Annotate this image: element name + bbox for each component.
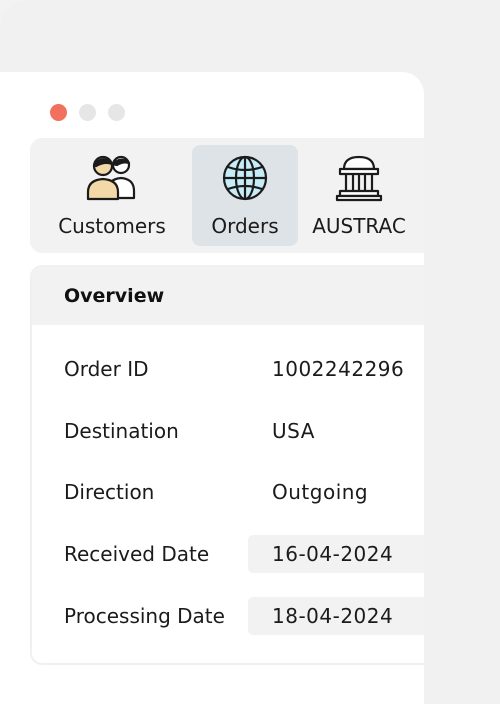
tab-orders[interactable]: Orders <box>192 145 298 246</box>
overview-title: Overview <box>64 285 165 307</box>
tab-austrac[interactable]: AUSTRAC <box>304 145 414 246</box>
minimize-window-button[interactable] <box>79 104 96 121</box>
field-row-processing-date: Processing Date 18-04-2024 <box>32 597 424 635</box>
window-controls <box>50 104 125 121</box>
tab-orders-label: Orders <box>211 214 279 238</box>
tab-austrac-label: AUSTRAC <box>312 214 406 238</box>
overview-header: Overview <box>32 267 424 325</box>
field-value: 1002242296 <box>272 357 405 381</box>
maximize-window-button[interactable] <box>108 104 125 121</box>
field-label: Processing Date <box>64 604 225 628</box>
field-row-received-date: Received Date 16-04-2024 <box>32 535 424 573</box>
field-label: Direction <box>64 480 155 504</box>
field-value: USA <box>272 419 315 443</box>
field-row-direction: Direction Outgoing <box>32 473 424 511</box>
field-row-order-id: Order ID 1002242296 <box>32 350 424 388</box>
customers-icon <box>81 151 143 205</box>
bank-building-icon <box>328 151 390 205</box>
field-label: Order ID <box>64 357 149 381</box>
field-value: Outgoing <box>272 480 369 504</box>
field-row-destination: Destination USA <box>32 412 424 450</box>
field-label: Received Date <box>64 542 210 566</box>
tab-customers-label: Customers <box>58 214 166 238</box>
app-window: Customers Orders AUSTRAC Overview Order … <box>0 72 424 704</box>
close-window-button[interactable] <box>50 104 67 121</box>
field-value: 18-04-2024 <box>272 604 394 628</box>
field-value: 16-04-2024 <box>272 542 394 566</box>
tab-bar: Customers Orders AUSTRAC <box>30 138 424 253</box>
tab-customers[interactable]: Customers <box>46 145 178 246</box>
globe-icon <box>214 151 276 205</box>
overview-card: Overview Order ID 1002242296 Destination… <box>30 265 424 665</box>
field-label: Destination <box>64 419 179 443</box>
